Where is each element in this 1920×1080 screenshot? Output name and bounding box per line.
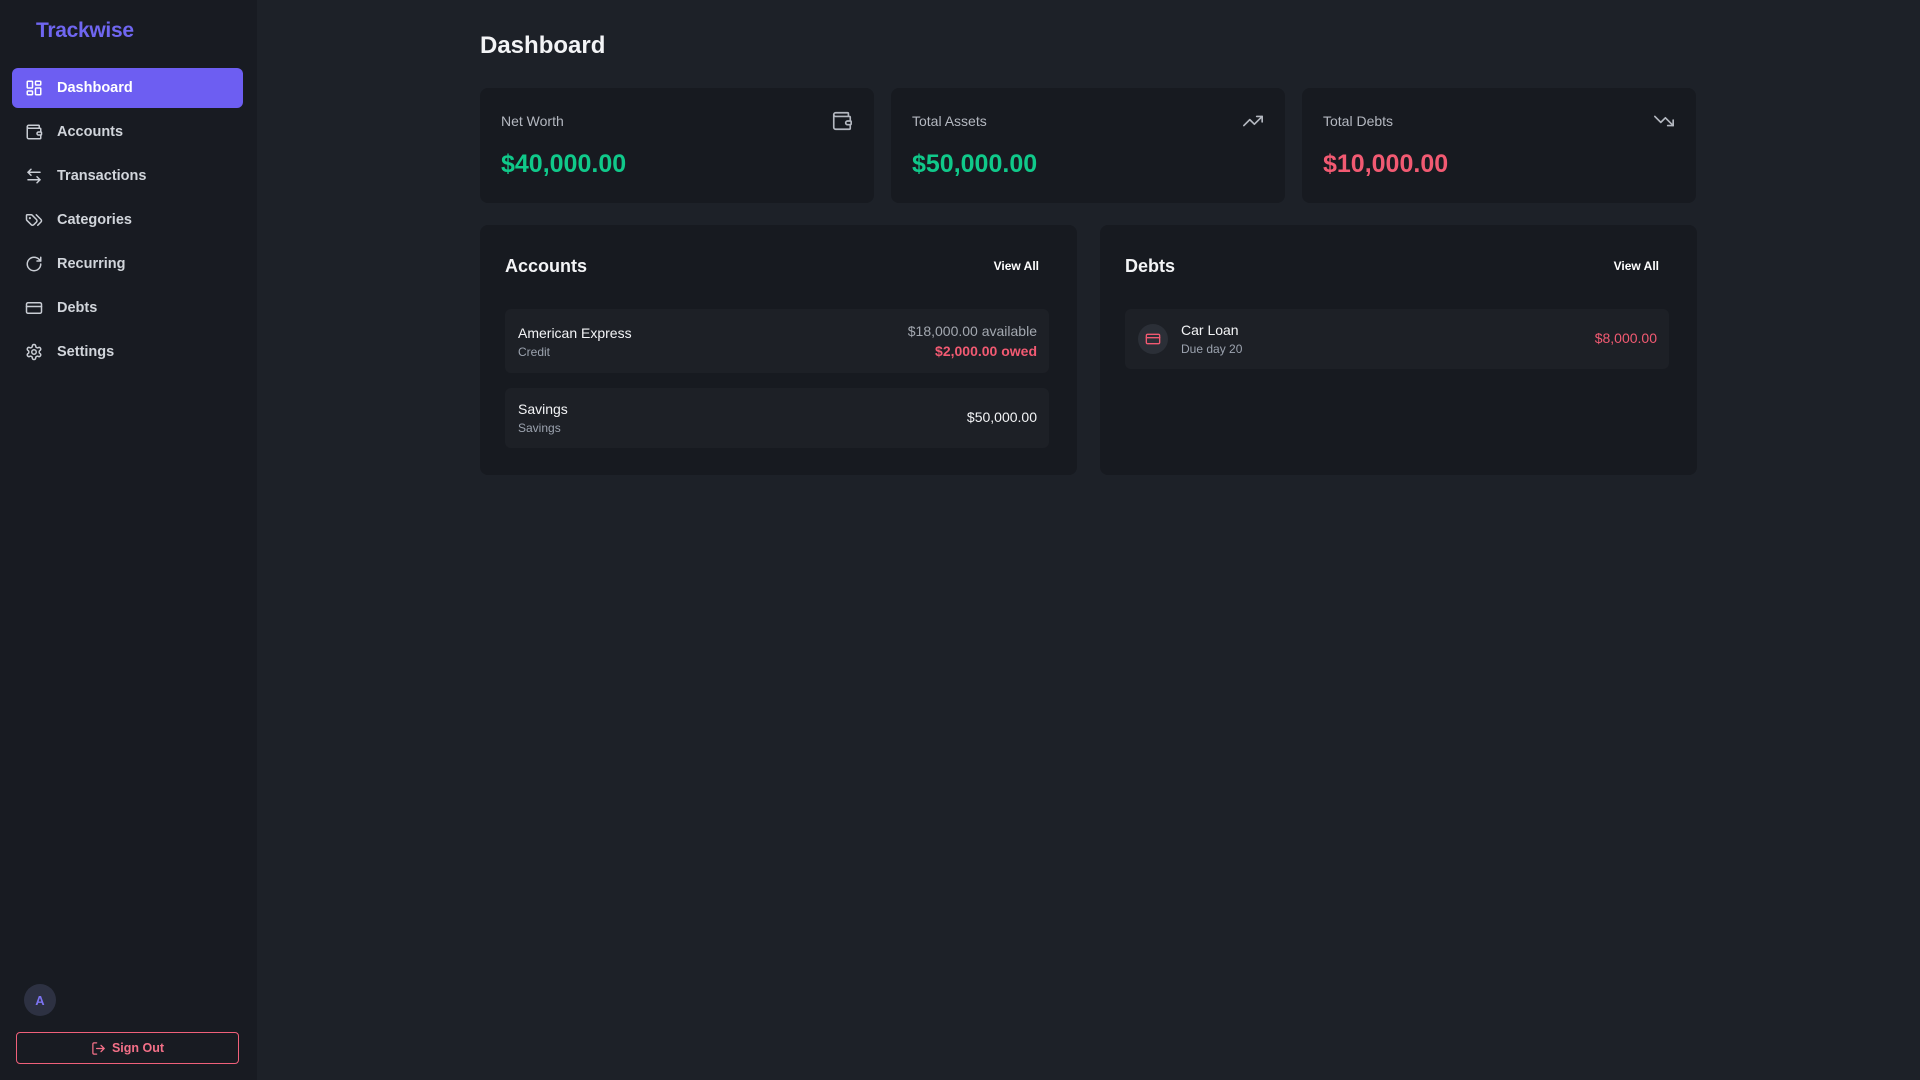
sidebar-item-label: Debts xyxy=(57,300,98,316)
refresh-icon xyxy=(25,255,43,273)
trending-down-icon xyxy=(1653,110,1675,132)
accounts-view-all-button[interactable]: View All xyxy=(994,259,1039,273)
stat-value: $50,000.00 xyxy=(912,150,1038,178)
arrows-left-right-icon xyxy=(25,167,43,185)
sidebar-item-settings[interactable]: Settings xyxy=(12,332,243,372)
accounts-panel: Accounts View All American Express Credi… xyxy=(480,225,1077,475)
tags-icon xyxy=(25,211,43,229)
sidebar-item-categories[interactable]: Categories xyxy=(12,200,243,240)
stat-label: Net Worth xyxy=(501,113,564,129)
avatar[interactable]: A xyxy=(24,984,56,1016)
sidebar-item-label: Accounts xyxy=(57,124,124,140)
sidebar-item-accounts[interactable]: Accounts xyxy=(12,112,243,152)
sidebar-item-transactions[interactable]: Transactions xyxy=(12,156,243,196)
debt-due: Due day 20 xyxy=(1181,342,1243,356)
sidebar-item-debts[interactable]: Debts xyxy=(12,288,243,328)
sidebar-item-label: Categories xyxy=(57,212,132,228)
page-title: Dashboard xyxy=(480,32,606,59)
sign-out-button[interactable]: Sign Out xyxy=(16,1032,239,1064)
account-name: American Express xyxy=(518,325,632,341)
log-out-icon xyxy=(92,1041,105,1055)
account-type: Savings xyxy=(518,421,561,435)
sidebar-item-label: Transactions xyxy=(57,168,147,184)
debt-name: Car Loan xyxy=(1181,322,1239,338)
sidebar: Trackwise Dashboard Accounts Transaction… xyxy=(0,0,257,1080)
debts-panel: Debts View All Car Loan Due day 20 $8,00… xyxy=(1100,225,1697,475)
panel-title: Accounts xyxy=(505,256,588,276)
account-name: Savings xyxy=(518,401,568,417)
stat-card-total-assets: Total Assets $50,000.00 xyxy=(891,88,1285,203)
sidebar-item-recurring[interactable]: Recurring xyxy=(12,244,243,284)
debt-row-car-loan[interactable]: Car Loan Due day 20 $8,000.00 xyxy=(1125,309,1669,369)
gear-icon xyxy=(25,343,43,361)
wallet-icon xyxy=(25,123,43,141)
sidebar-item-label: Recurring xyxy=(57,256,126,272)
stat-label: Total Assets xyxy=(912,113,987,129)
sidebar-item-dashboard[interactable]: Dashboard xyxy=(12,68,243,108)
panel-title: Debts xyxy=(1125,256,1176,276)
sign-out-label: Sign Out xyxy=(111,1041,165,1055)
debt-amount: $8,000.00 xyxy=(1594,330,1657,346)
account-owed: $2,000.00 owed xyxy=(935,343,1037,359)
sidebar-item-label: Settings xyxy=(57,344,115,360)
account-available: $18,000.00 available xyxy=(907,323,1037,339)
dashboard-icon xyxy=(25,79,43,97)
app-logo[interactable]: Trackwise xyxy=(36,19,134,43)
stat-value: $10,000.00 xyxy=(1323,150,1449,178)
account-balance: $50,000.00 xyxy=(966,409,1037,425)
stat-card-net-worth: Net Worth $40,000.00 xyxy=(480,88,874,203)
account-type: Credit xyxy=(518,345,551,359)
account-row-savings[interactable]: Savings Savings $50,000.00 xyxy=(505,388,1049,448)
sidebar-nav: Dashboard Accounts Transactions Categori… xyxy=(12,68,243,376)
sidebar-item-label: Dashboard xyxy=(57,80,133,96)
stat-label: Total Debts xyxy=(1323,113,1394,129)
stat-card-total-debts: Total Debts $10,000.00 xyxy=(1302,88,1696,203)
credit-card-icon xyxy=(25,299,43,317)
wallet-icon xyxy=(831,110,853,132)
account-row-american-express[interactable]: American Express Credit $18,000.00 avail… xyxy=(505,309,1049,373)
debts-view-all-button[interactable]: View All xyxy=(1614,259,1659,273)
credit-card-icon xyxy=(1138,324,1168,354)
trending-up-icon xyxy=(1242,110,1264,132)
stat-value: $40,000.00 xyxy=(501,150,627,178)
